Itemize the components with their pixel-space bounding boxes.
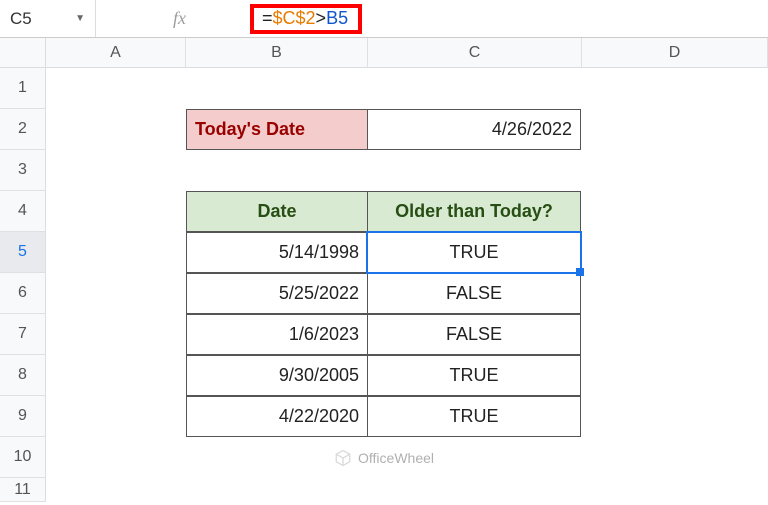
cell-b5[interactable]: 5/14/1998 — [186, 232, 368, 273]
fx-label: fx — [96, 8, 200, 29]
todays-date-value: 4/26/2022 — [492, 119, 572, 140]
cell-c9[interactable]: TRUE — [367, 396, 581, 437]
formula-highlight-box: =$C$2>B5 — [250, 4, 362, 34]
cell-b5-value: 5/14/1998 — [279, 242, 359, 263]
cell-c7-value: FALSE — [446, 324, 502, 345]
col-header-a[interactable]: A — [46, 38, 186, 68]
formula-token-operator: > — [316, 8, 327, 28]
cell-b9-value: 4/22/2020 — [279, 406, 359, 427]
name-box[interactable]: C5 ▼ — [0, 0, 96, 37]
watermark-logo-icon — [334, 449, 352, 467]
table-header-older[interactable]: Older than Today? — [367, 191, 581, 232]
todays-date-value-cell[interactable]: 4/26/2022 — [367, 109, 581, 150]
table-header-older-label: Older than Today? — [395, 201, 553, 222]
cell-c5[interactable]: TRUE — [367, 232, 581, 273]
cell-c8[interactable]: TRUE — [367, 355, 581, 396]
watermark: OfficeWheel — [334, 449, 434, 467]
row-header-3[interactable]: 3 — [0, 150, 46, 191]
row-header-11[interactable]: 11 — [0, 478, 46, 502]
cell-b6[interactable]: 5/25/2022 — [186, 273, 368, 314]
todays-date-label: Today's Date — [195, 119, 305, 140]
cell-b8[interactable]: 9/30/2005 — [186, 355, 368, 396]
cell-b7[interactable]: 1/6/2023 — [186, 314, 368, 355]
cell-c7[interactable]: FALSE — [367, 314, 581, 355]
column-headers: A B C D — [46, 38, 768, 68]
row-header-5[interactable]: 5 — [0, 232, 46, 273]
selection-fill-handle[interactable] — [576, 268, 584, 276]
cell-b9[interactable]: 4/22/2020 — [186, 396, 368, 437]
cell-b8-value: 9/30/2005 — [279, 365, 359, 386]
cell-c9-value: TRUE — [450, 406, 499, 427]
name-box-dropdown-icon[interactable]: ▼ — [75, 13, 85, 24]
cell-c6-value: FALSE — [446, 283, 502, 304]
cell-b6-value: 5/25/2022 — [279, 283, 359, 304]
name-box-value: C5 — [10, 9, 32, 29]
row-header-4[interactable]: 4 — [0, 191, 46, 232]
table-header-date-label: Date — [257, 201, 296, 222]
row-header-10[interactable]: 10 — [0, 437, 46, 478]
watermark-text: OfficeWheel — [358, 450, 434, 466]
row-header-1[interactable]: 1 — [0, 68, 46, 109]
row-header-7[interactable]: 7 — [0, 314, 46, 355]
spreadsheet-grid: 1 2 3 4 5 6 7 8 9 10 11 A B C D Today's … — [0, 38, 768, 505]
cell-b7-value: 1/6/2023 — [289, 324, 359, 345]
row-header-8[interactable]: 8 — [0, 355, 46, 396]
formula-bar: C5 ▼ fx =$C$2>B5 — [0, 0, 768, 38]
cell-c5-value: TRUE — [450, 242, 499, 263]
row-header-2[interactable]: 2 — [0, 109, 46, 150]
select-all-corner[interactable] — [0, 38, 46, 68]
cell-c8-value: TRUE — [450, 365, 499, 386]
col-header-d[interactable]: D — [582, 38, 768, 68]
row-header-6[interactable]: 6 — [0, 273, 46, 314]
col-header-b[interactable]: B — [186, 38, 368, 68]
formula-token-equals: = — [262, 8, 273, 28]
formula-token-ref2: B5 — [326, 8, 348, 28]
formula-token-ref1: $C$2 — [273, 8, 316, 28]
cell-c6[interactable]: FALSE — [367, 273, 581, 314]
row-header-9[interactable]: 9 — [0, 396, 46, 437]
formula-input[interactable]: =$C$2>B5 — [262, 8, 348, 29]
col-header-c[interactable]: C — [368, 38, 582, 68]
todays-date-label-cell[interactable]: Today's Date — [186, 109, 368, 150]
row-headers: 1 2 3 4 5 6 7 8 9 10 11 — [0, 68, 46, 502]
table-header-date[interactable]: Date — [186, 191, 368, 232]
